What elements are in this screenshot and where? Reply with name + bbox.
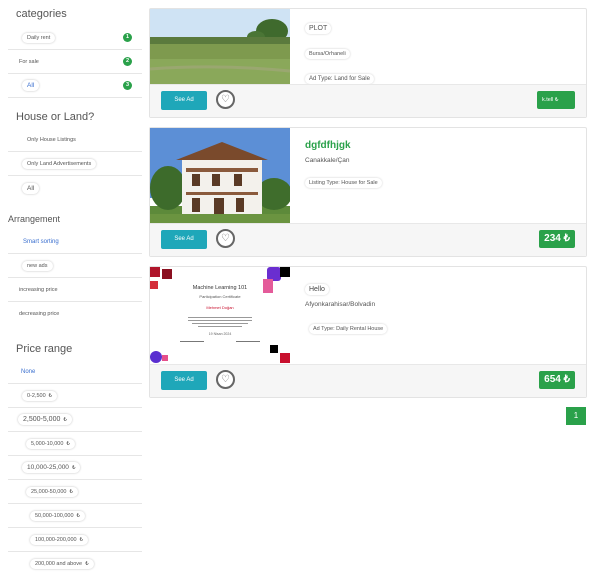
listing-card: PLOT Bursa/Orhaneli Ad Type: Land for Sa… bbox=[149, 8, 587, 118]
category-item-all[interactable]: All 3 bbox=[8, 74, 142, 98]
arrangement-heading: Arrangement bbox=[8, 214, 61, 224]
listing-type: Ad Type: Daily Rental House bbox=[309, 324, 387, 334]
listing-footer: See Ad ♡ 234 ₺ bbox=[150, 223, 586, 256]
signature-line bbox=[180, 341, 204, 342]
listing-type: Listing Type: House for Sale bbox=[305, 178, 382, 188]
listing-info: Hello Afyonkarahisar/Bolvadin Ad Type: D… bbox=[305, 278, 387, 335]
listing-location: Afyonkarahisar/Bolvadin bbox=[305, 301, 376, 308]
price-label: 50,000-100,000 ₺ bbox=[30, 510, 86, 521]
price-label: 2,500-5,000 ₺ bbox=[18, 414, 72, 425]
sort-label: increasing price bbox=[14, 284, 63, 295]
price-label: 10,000-25,000 ₺ bbox=[22, 462, 81, 473]
sort-label: Smart sorting bbox=[18, 236, 64, 247]
price-range-item[interactable]: 25,000-50,000 ₺ bbox=[8, 480, 142, 504]
price-badge: 234 ₺ bbox=[539, 230, 575, 248]
category-count: 2 bbox=[123, 57, 132, 66]
category-count: 3 bbox=[123, 81, 132, 90]
price-range-heading: Price range bbox=[16, 343, 73, 355]
heart-icon[interactable]: ♡ bbox=[216, 229, 235, 248]
pagination-page-button[interactable]: 1 bbox=[566, 407, 586, 425]
listing-photo-field[interactable] bbox=[150, 9, 290, 87]
category-label: For sale bbox=[14, 56, 44, 67]
filter-label: Only Land Advertisements bbox=[22, 158, 97, 169]
listing-location: Bursa/Orhaneli bbox=[305, 49, 350, 59]
price-range-item[interactable]: 200,000 and above ₺ bbox=[8, 552, 142, 574]
filter-label: Only House Listings bbox=[22, 134, 81, 145]
price-range-item[interactable]: 5,000-10,000 ₺ bbox=[8, 432, 142, 456]
price-range-item[interactable]: 50,000-100,000 ₺ bbox=[8, 504, 142, 528]
sort-new[interactable]: new ads bbox=[8, 254, 142, 278]
price-label: None bbox=[16, 366, 41, 377]
certificate-date: 19 Nisan 2024 bbox=[208, 332, 232, 336]
price-label: 5,000-10,000 ₺ bbox=[26, 438, 75, 449]
certificate-subheading: Participation Certificate bbox=[199, 294, 241, 299]
heart-icon[interactable]: ♡ bbox=[216, 90, 235, 109]
price-none[interactable]: None bbox=[8, 360, 142, 384]
price-range-item[interactable]: 2,500-5,000 ₺ bbox=[8, 408, 142, 432]
listing-info: dgfdfhjgk Canakkale/Çan Listing Type: Ho… bbox=[305, 140, 382, 189]
price-range-item[interactable]: 100,000-200,000 ₺ bbox=[8, 528, 142, 552]
signature-line bbox=[236, 341, 260, 342]
listing-title[interactable]: dgfdfhjgk bbox=[305, 140, 382, 151]
category-label: Daily rent bbox=[22, 32, 56, 43]
price-badge: k.tell ₺ bbox=[537, 91, 575, 109]
price-label: 100,000-200,000 ₺ bbox=[30, 534, 89, 545]
filter-label: All bbox=[22, 182, 40, 194]
listing-type: Ad Type: Land for Sale bbox=[305, 74, 374, 84]
price-range-item[interactable]: 10,000-25,000 ₺ bbox=[8, 456, 142, 480]
certificate-heading: Machine Learning 101 bbox=[192, 285, 248, 291]
price-label: 200,000 and above ₺ bbox=[30, 559, 94, 569]
listing-location: Canakkale/Çan bbox=[305, 157, 350, 164]
listing-card: dgfdfhjgk Canakkale/Çan Listing Type: Ho… bbox=[149, 127, 587, 257]
price-label: 25,000-50,000 ₺ bbox=[26, 486, 78, 497]
listing-photo-certificate[interactable]: Machine Learning 101 Participation Certi… bbox=[150, 267, 290, 365]
filter-all[interactable]: All bbox=[8, 176, 142, 200]
listing-card: Machine Learning 101 Participation Certi… bbox=[149, 266, 587, 398]
sort-label: decreasing price bbox=[14, 309, 65, 319]
price-range-item[interactable]: 0-2,500 ₺ bbox=[8, 384, 142, 408]
see-ad-button[interactable]: See Ad bbox=[161, 91, 207, 110]
categories-heading: categories bbox=[16, 8, 67, 20]
price-label: 0-2,500 ₺ bbox=[22, 390, 58, 401]
category-item-for-sale[interactable]: For sale 2 bbox=[8, 50, 142, 74]
listing-footer: See Ad ♡ k.tell ₺ bbox=[150, 84, 586, 117]
sort-increasing[interactable]: increasing price bbox=[8, 278, 142, 302]
listing-info: PLOT Bursa/Orhaneli Ad Type: Land for Sa… bbox=[305, 17, 374, 85]
price-badge: 654 ₺ bbox=[539, 371, 575, 389]
category-count: 1 bbox=[123, 33, 132, 42]
category-item-daily-rent[interactable]: Daily rent 1 bbox=[8, 26, 142, 50]
sort-label: new ads bbox=[22, 260, 53, 271]
sort-decreasing[interactable]: decreasing price bbox=[8, 302, 142, 326]
sort-smart[interactable]: Smart sorting bbox=[8, 230, 142, 254]
listing-photo-house[interactable] bbox=[150, 128, 290, 224]
category-label: All bbox=[22, 80, 40, 91]
filter-only-land[interactable]: Only Land Advertisements bbox=[8, 152, 142, 176]
certificate-name: Mehmet Doğan bbox=[206, 305, 234, 310]
certificate-body-text bbox=[188, 315, 252, 329]
listing-title[interactable]: PLOT bbox=[305, 23, 331, 34]
see-ad-button[interactable]: See Ad bbox=[161, 230, 207, 249]
heart-icon[interactable]: ♡ bbox=[216, 370, 235, 389]
house-land-heading: House or Land? bbox=[16, 111, 95, 123]
listing-title[interactable]: Hello bbox=[305, 284, 329, 295]
see-ad-button[interactable]: See Ad bbox=[161, 371, 207, 390]
filter-only-house[interactable]: Only House Listings bbox=[8, 128, 142, 152]
listing-footer: See Ad ♡ 654 ₺ bbox=[150, 364, 586, 397]
